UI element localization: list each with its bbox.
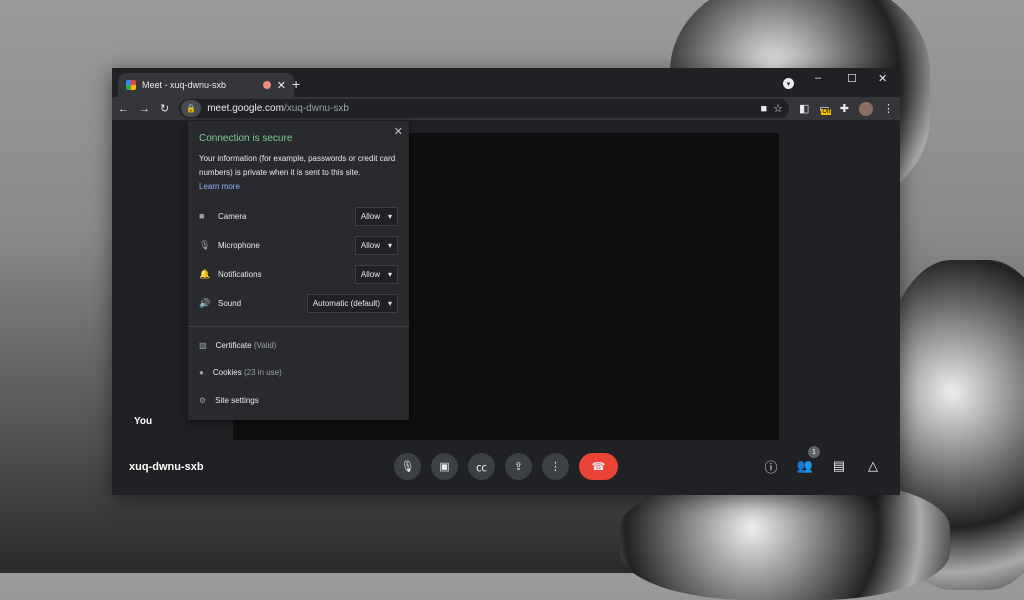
chat-button[interactable]: ▤ bbox=[830, 457, 848, 475]
extension-badge: Off bbox=[821, 109, 832, 115]
site-info-popup: ✕ Connection is secure Your information … bbox=[188, 121, 409, 420]
site-settings-label: Site settings bbox=[215, 396, 259, 405]
popup-title: Connection is secure bbox=[199, 133, 293, 144]
back-button[interactable]: ← bbox=[118, 103, 129, 115]
maximize-button[interactable]: ☐ bbox=[847, 72, 857, 85]
participants-count: 1 bbox=[808, 446, 820, 458]
tab-close-icon[interactable]: ✕ bbox=[277, 79, 286, 92]
certificate-icon: ▨ bbox=[199, 341, 207, 350]
divider bbox=[188, 326, 409, 327]
lock-icon[interactable]: 🔒 bbox=[181, 100, 202, 117]
permission-label: Microphone bbox=[218, 240, 260, 250]
extension-icon[interactable]: ◧ bbox=[799, 102, 809, 115]
select-value: Allow bbox=[360, 240, 380, 250]
tab-bar: Meet - xuq-dwnu-sxb ✕ + ▾ – ☐ ✕ bbox=[112, 68, 900, 97]
microphone-icon: 🎙 bbox=[199, 239, 211, 250]
captions-button[interactable]: ㏄ bbox=[468, 453, 495, 480]
present-button[interactable]: ⇪ bbox=[505, 453, 532, 480]
camera-icon: ■ bbox=[199, 211, 205, 221]
camera-in-use-icon[interactable]: ■ bbox=[760, 103, 767, 115]
meet-favicon-icon bbox=[126, 80, 136, 90]
profile-avatar[interactable] bbox=[859, 101, 873, 116]
recording-icon bbox=[262, 81, 271, 89]
permission-camera: ■ Camera Allow ▾ bbox=[199, 206, 398, 226]
call-controls: 🎙 ▣ ㏄ ⇪ ⋮ ☎ bbox=[394, 453, 618, 480]
select-value: Allow bbox=[360, 269, 380, 279]
permission-sound: 🔊 Sound Automatic (default) ▾ bbox=[199, 293, 398, 313]
camera-button[interactable]: ▣ bbox=[431, 453, 458, 480]
cookie-icon: ● bbox=[199, 368, 204, 377]
microphone-select[interactable]: Allow ▾ bbox=[354, 235, 398, 255]
wallpaper-rock bbox=[620, 480, 950, 600]
certificate-label: Certificate bbox=[215, 341, 252, 350]
permission-label: Camera bbox=[218, 211, 247, 221]
permission-microphone: 🎙 Microphone Allow ▾ bbox=[199, 235, 398, 255]
side-controls: ⓘ 👥 1 ▤ △ bbox=[762, 446, 882, 475]
speaker-icon: 🔊 bbox=[199, 297, 211, 308]
self-label: You bbox=[134, 416, 153, 427]
toolbar: ← → ↻ 🔒 meet.google.com/xuq-dwnu-sxb ■ ☆… bbox=[112, 97, 900, 120]
new-tab-button[interactable]: + bbox=[292, 76, 300, 92]
close-popup-button[interactable]: ✕ bbox=[394, 125, 403, 138]
cookies-status: (23 in use) bbox=[243, 368, 282, 377]
chevron-down-icon: ▾ bbox=[387, 240, 392, 250]
select-value: Automatic (default) bbox=[312, 298, 380, 308]
bell-icon: 🔔 bbox=[199, 268, 211, 279]
chevron-down-icon: ▾ bbox=[387, 211, 392, 221]
select-value: Allow bbox=[360, 211, 380, 221]
sound-select[interactable]: Automatic (default) ▾ bbox=[306, 293, 398, 313]
permission-label: Notifications bbox=[218, 269, 262, 279]
microphone-button[interactable]: 🎙 bbox=[394, 453, 421, 480]
certificate-status: (Valid) bbox=[253, 341, 277, 350]
gear-icon: ⚙ bbox=[199, 396, 207, 405]
certificate-link[interactable]: ▨ Certificate (Valid) bbox=[199, 341, 276, 350]
meeting-code: xuq-dwnu-sxb bbox=[129, 461, 204, 473]
tab-search-icon[interactable]: ▾ bbox=[783, 78, 794, 89]
cookies-label: Cookies bbox=[212, 368, 242, 377]
popup-description: Your information (for example, passwords… bbox=[199, 154, 396, 177]
participants-button[interactable]: 👥 1 bbox=[796, 446, 820, 475]
notifications-select[interactable]: Allow ▾ bbox=[354, 264, 398, 284]
bookmark-star-icon[interactable]: ☆ bbox=[773, 102, 783, 115]
close-window-button[interactable]: ✕ bbox=[878, 72, 887, 85]
activities-button[interactable]: △ bbox=[864, 457, 882, 475]
site-settings-link[interactable]: ⚙ Site settings bbox=[199, 396, 259, 405]
tab-title: Meet - xuq-dwnu-sxb bbox=[142, 80, 227, 90]
menu-icon[interactable]: ⋮ bbox=[883, 102, 894, 115]
url-path: /xuq-dwnu-sxb bbox=[283, 103, 349, 114]
reload-button[interactable]: ↻ bbox=[160, 102, 169, 115]
chevron-down-icon: ▾ bbox=[387, 269, 392, 279]
learn-more-link[interactable]: Learn more bbox=[199, 180, 399, 194]
tab-meet[interactable]: Meet - xuq-dwnu-sxb ✕ bbox=[118, 73, 294, 97]
camera-select[interactable]: Allow ▾ bbox=[354, 206, 398, 226]
end-call-button[interactable]: ☎ bbox=[579, 453, 618, 480]
permission-label: Sound bbox=[218, 298, 242, 308]
permission-notifications: 🔔 Notifications Allow ▾ bbox=[199, 264, 398, 284]
chevron-down-icon: ▾ bbox=[387, 298, 392, 308]
forward-button[interactable]: → bbox=[139, 103, 150, 115]
cookies-link[interactable]: ● Cookies (23 in use) bbox=[199, 368, 282, 377]
url-host: meet.google.com bbox=[207, 103, 284, 114]
more-options-button[interactable]: ⋮ bbox=[542, 453, 569, 480]
minimize-button[interactable]: – bbox=[815, 72, 821, 84]
extensions-puzzle-icon[interactable]: ✚ bbox=[840, 102, 849, 115]
info-button[interactable]: ⓘ bbox=[762, 457, 780, 475]
address-bar[interactable]: 🔒 meet.google.com/xuq-dwnu-sxb ■ ☆ bbox=[179, 99, 789, 118]
extension-off-icon[interactable]: ▭Off bbox=[819, 102, 832, 115]
